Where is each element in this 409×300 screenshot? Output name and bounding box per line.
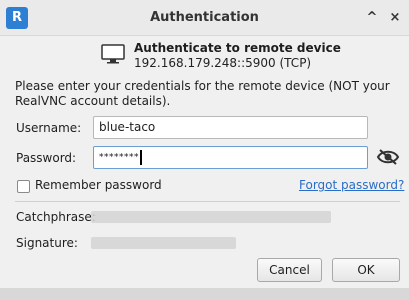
password-label: Password: (16, 151, 77, 165)
cancel-button[interactable]: Cancel (257, 258, 322, 282)
eye-slash-icon[interactable] (376, 148, 400, 166)
device-address: 192.168.179.248::5900 (TCP) (134, 56, 312, 70)
text-cursor (140, 150, 142, 165)
signature-redacted (91, 237, 236, 249)
password-mask: ******** (99, 152, 139, 163)
forgot-password-link[interactable]: Forgot password? (299, 178, 404, 192)
monitor-icon (101, 44, 125, 64)
catchphrase-label: Catchphrase: (16, 210, 96, 224)
ok-button[interactable]: OK (332, 258, 400, 282)
password-field[interactable]: ******** (93, 146, 368, 169)
signature-label: Signature: (16, 236, 78, 250)
auth-heading: Authenticate to remote device (134, 41, 341, 55)
username-label: Username: (16, 121, 82, 135)
remember-password-label[interactable]: Remember password (35, 178, 162, 192)
window-title: Authentication (150, 10, 259, 25)
background-window-strip (0, 288, 409, 300)
dialog-body: Authenticate to remote device 192.168.17… (1, 37, 408, 288)
remember-password-checkbox[interactable] (17, 180, 30, 193)
divider (15, 201, 400, 202)
title-bar: R Authentication ^ × (0, 0, 409, 36)
collapse-button[interactable]: ^ (363, 9, 381, 27)
username-field[interactable]: blue-taco (93, 116, 368, 139)
instructions-text: Please enter your credentials for the re… (15, 79, 390, 108)
close-button[interactable]: × (386, 9, 404, 27)
catchphrase-redacted (91, 211, 331, 223)
